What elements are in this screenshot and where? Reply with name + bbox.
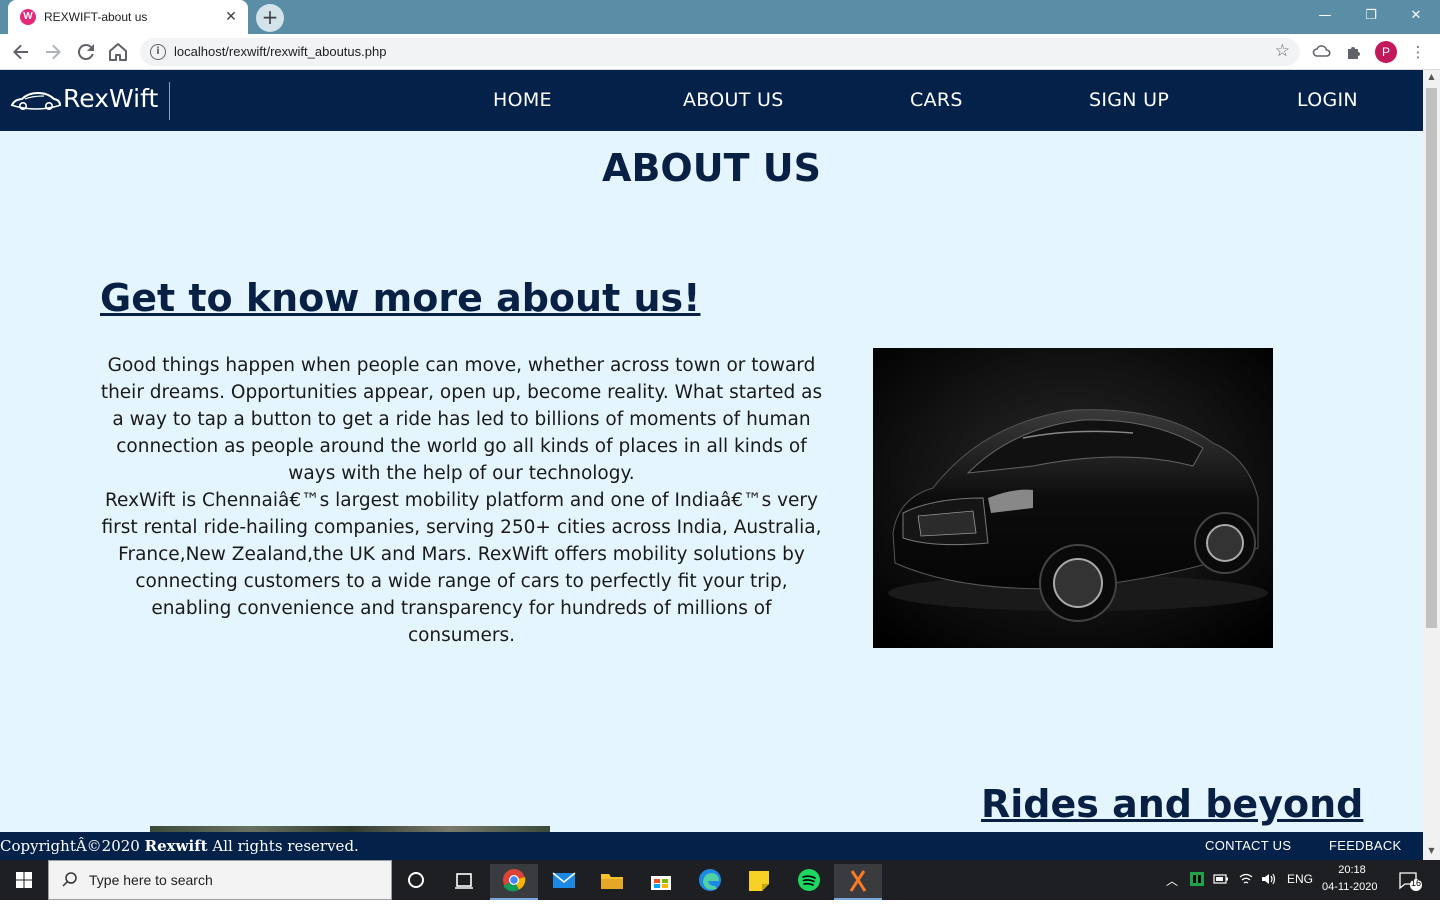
rexwift-logo[interactable]: RexWift — [10, 82, 170, 120]
logo-text: RexWift — [63, 84, 159, 113]
language-indicator[interactable]: ENG — [1287, 872, 1313, 886]
copyright-suffix: All rights reserved. — [212, 837, 359, 855]
spotify-icon[interactable] — [785, 864, 833, 900]
about-paragraphs: Good things happen when people can move,… — [100, 352, 823, 649]
reload-icon[interactable] — [74, 40, 98, 64]
footer-contact-link[interactable]: CONTACT US — [1205, 838, 1291, 853]
forward-icon[interactable] — [41, 40, 65, 64]
car-logo-icon — [10, 91, 62, 111]
nav-signup-link[interactable]: SIGN UP — [1089, 89, 1169, 111]
tray-expand-icon[interactable]: ︿ — [1166, 872, 1178, 889]
minimize-window-button[interactable]: — — [1310, 4, 1340, 28]
site-navbar: RexWift HOME ABOUT US CARS SIGN UP LOGIN — [0, 70, 1423, 131]
restore-window-button[interactable]: ❐ — [1356, 4, 1386, 28]
windows-start-button[interactable] — [0, 860, 48, 900]
clock-date[interactable]: 04-11-2020 — [1322, 881, 1377, 893]
copyright-text: CopyrightÂ©2020 Rexwift All rights reser… — [0, 837, 359, 855]
task-view-icon[interactable] — [440, 864, 488, 900]
scroll-down-arrow-icon[interactable]: ▼ — [1423, 846, 1440, 858]
extensions-puzzle-icon[interactable] — [1343, 41, 1365, 63]
microsoft-store-icon[interactable] — [637, 864, 685, 900]
nav-login-link[interactable]: LOGIN — [1297, 89, 1358, 111]
edge-icon[interactable] — [686, 864, 734, 900]
windows-taskbar: Type here to search ︿ ENG 20:18 04-11-20… — [0, 860, 1440, 900]
site-info-icon[interactable]: i — [150, 44, 166, 60]
mail-icon[interactable] — [540, 864, 588, 900]
browser-toolbar: i localhost/rexwift/rexwift_aboutus.php … — [0, 34, 1440, 70]
browser-tab[interactable]: W REXWIFT-about us ✕ — [8, 0, 248, 34]
profile-avatar[interactable]: P — [1375, 41, 1397, 63]
clock-time[interactable]: 20:18 — [1336, 864, 1368, 876]
url-text[interactable]: localhost/rexwift/rexwift_aboutus.php — [174, 44, 386, 59]
nav-home-link[interactable]: HOME — [493, 89, 552, 111]
site-footer: CopyrightÂ©2020 Rexwift All rights reser… — [0, 832, 1423, 860]
section-title: Get to know more about us! — [100, 276, 701, 320]
volume-icon[interactable] — [1260, 871, 1278, 890]
black-sedan-image — [873, 348, 1273, 648]
copyright-prefix: CopyrightÂ©2020 — [0, 837, 140, 855]
browser-menu-icon[interactable]: ⋮ — [1407, 41, 1429, 63]
about-paragraph-1: Good things happen when people can move,… — [100, 355, 823, 484]
tray-app-icon[interactable] — [1189, 871, 1205, 890]
close-window-button[interactable]: ✕ — [1401, 4, 1431, 28]
rides-section-title: Rides and beyond — [981, 782, 1364, 826]
footer-feedback-link[interactable]: FEEDBACK — [1329, 838, 1401, 853]
browser-tab-strip: W REXWIFT-about us ✕ + — ❐ ✕ — [0, 0, 1440, 34]
bookmark-star-icon[interactable]: ☆ — [1275, 41, 1290, 61]
xampp-icon[interactable] — [834, 864, 882, 900]
scroll-up-arrow-icon[interactable]: ▲ — [1423, 72, 1440, 84]
tab-title: REXWIFT-about us — [44, 10, 148, 24]
file-explorer-icon[interactable] — [588, 864, 636, 900]
battery-icon[interactable] — [1213, 873, 1229, 888]
notification-center-icon[interactable]: 16 — [1398, 870, 1424, 895]
nav-about-link[interactable]: ABOUT US — [683, 89, 784, 111]
sticky-notes-icon[interactable] — [735, 864, 783, 900]
chrome-taskbar-icon[interactable] — [490, 864, 538, 900]
windows-logo-icon — [16, 872, 32, 888]
extension-cloud-icon[interactable] — [1311, 41, 1333, 63]
nav-cars-link[interactable]: CARS — [910, 89, 963, 111]
taskbar-search-placeholder: Type here to search — [89, 872, 213, 888]
home-icon[interactable] — [106, 40, 130, 64]
copyright-brand: Rexwift — [144, 837, 208, 855]
page-scrollbar[interactable]: ▲ ▼ — [1423, 70, 1440, 860]
page-title: ABOUT US — [602, 146, 821, 190]
address-bar[interactable]: i localhost/rexwift/rexwift_aboutus.php … — [140, 38, 1300, 66]
page-viewport: RexWift HOME ABOUT US CARS SIGN UP LOGIN… — [0, 70, 1440, 860]
search-icon — [62, 872, 77, 887]
scrollbar-thumb[interactable] — [1426, 88, 1437, 628]
about-paragraph-2: RexWift is Chennaiâ€™s largest mobility … — [101, 490, 822, 646]
new-tab-button[interactable]: + — [256, 4, 284, 32]
site-favicon-icon: W — [20, 9, 36, 25]
notification-count-badge: 16 — [1411, 878, 1422, 888]
cortana-icon[interactable] — [392, 864, 440, 900]
wifi-icon[interactable] — [1238, 871, 1254, 890]
close-tab-icon[interactable]: ✕ — [222, 8, 240, 26]
back-icon[interactable] — [9, 40, 33, 64]
taskbar-search-box[interactable]: Type here to search — [48, 860, 392, 900]
